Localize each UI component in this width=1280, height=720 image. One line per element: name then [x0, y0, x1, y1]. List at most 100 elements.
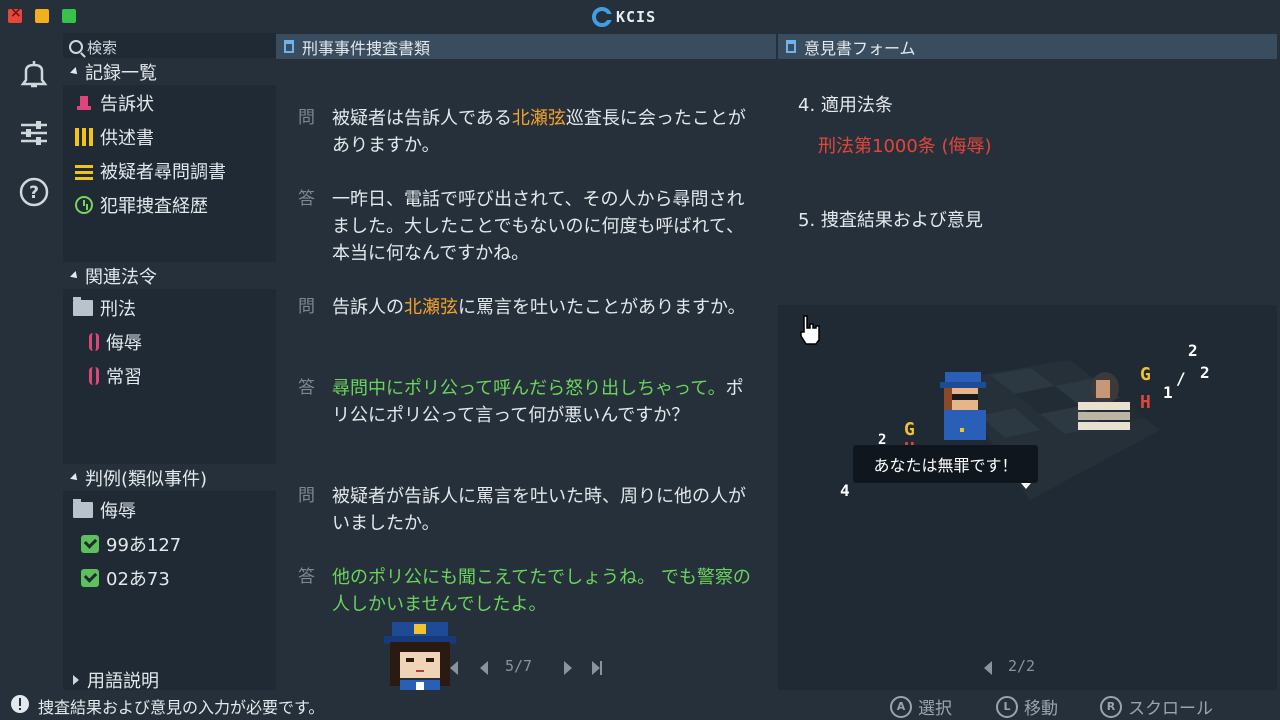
last-page-icon — [592, 661, 600, 675]
qa-entry: 問 被疑者が告訴人に罵言を吐いた時、周りに他の人がいましたか。 — [298, 483, 758, 537]
opinion-title: 意見書フォーム — [804, 38, 916, 58]
law-icon — [89, 333, 99, 351]
courtroom-scene: G H G H 2 1 / 2 2 4 — [840, 341, 1210, 500]
qa-mark: 問 — [298, 486, 315, 506]
collapse-triangle-icon — [70, 270, 80, 281]
qa-text: 告訴人の北瀬弦に罵言を吐いたことがありますか。 — [332, 297, 746, 318]
prev-page-icon — [480, 661, 488, 675]
h-marker: H — [1140, 392, 1151, 413]
app-title: KCIS — [616, 8, 657, 26]
qa-mark: 答 — [298, 189, 315, 209]
sidebar-item-label: 侮辱 — [100, 501, 136, 522]
qa-text-highlighted[interactable]: 他のポリ公にも聞こえてたでしょうね。 でも警察の人しかいませんでしたよ。 — [332, 564, 758, 618]
sidebar-item-interrogation[interactable]: 被疑者尋問調書 — [75, 157, 226, 185]
interrogation-icon — [75, 162, 93, 180]
help-icon[interactable]: ? — [18, 176, 50, 208]
damage-number: / — [1176, 369, 1186, 388]
check-icon — [81, 569, 99, 587]
opinion-item-4: 4. 適用法条 — [798, 95, 893, 116]
sidebar-item-case-2[interactable]: 02あ73 — [81, 564, 170, 592]
sidebar-item-label: 侮辱 — [106, 333, 142, 354]
sidebar-item-label: 刑法 — [100, 299, 136, 320]
sidebar: 検索 記録一覧 告訴状 供述書 被疑者尋問調書 犯罪捜査経歴 関連法令 刑法 侮… — [63, 33, 276, 693]
expand-triangle-icon — [73, 674, 79, 685]
document-icon — [284, 40, 294, 53]
l-button-icon: L — [996, 695, 1018, 718]
qa-text: 尋問中にポリ公って呼んだら怒り出しちゃって。ポリ公にポリ公って言って何が悪いんで… — [332, 378, 744, 426]
folder-icon — [73, 499, 93, 518]
sidebar-item-case-1[interactable]: 99あ127 — [81, 530, 181, 558]
sidebar-item-law-habitual[interactable]: 常習 — [89, 362, 142, 390]
sidebar-item-label: 供述書 — [100, 128, 154, 149]
sidebar-item-history[interactable]: 犯罪捜査経歴 — [75, 191, 208, 219]
next-page-icon — [564, 661, 572, 675]
qa-entry: 答 尋問中にポリ公って呼んだら怒り出しちゃって。ポリ公にポリ公って言って何が悪い… — [298, 375, 758, 429]
search-label: 検索 — [87, 38, 118, 57]
opinion-item-5[interactable]: 5. 捜査結果および意見 — [798, 206, 983, 232]
sidebar-folder-insult[interactable]: 侮辱 — [73, 496, 136, 524]
qa-mark: 問 — [298, 297, 315, 317]
a-button-icon: A — [890, 695, 912, 718]
opinion-page-indicator: 2/2 — [1008, 657, 1036, 675]
qa-entry: 問 被疑者は告訴人である北瀬弦巡査長に会ったことがありますか。 — [298, 105, 758, 159]
status-bar: 捜査結果および意見の入力が必要です。 A 選択 L 移動 R スクロール — [0, 690, 1280, 720]
glossary-section-header[interactable]: 用語説明 — [63, 666, 276, 693]
logo-ring-icon — [592, 7, 613, 27]
speech-text: あなたは無罪です！ — [873, 456, 1018, 475]
opinion-form[interactable]: 4. 適用法条 刑法第1000条 (侮辱) 5. 捜査結果および意見 — [778, 59, 1277, 305]
control-hint-select: A 選択 — [890, 694, 952, 719]
laws-section-header[interactable]: 関連法令 — [63, 262, 276, 289]
collapse-triangle-icon — [70, 472, 80, 483]
sidebar-item-label: 02あ73 — [106, 569, 170, 590]
document-title: 刑事事件捜査書類 — [302, 38, 431, 58]
sidebar-item-statement[interactable]: 供述書 — [75, 123, 154, 151]
sidebar-item-label: 告訴状 — [100, 94, 154, 115]
g-marker: G — [1140, 364, 1151, 385]
r-button-icon: R — [1100, 695, 1122, 718]
document-panel-header: 刑事事件捜査書類 — [276, 34, 776, 59]
settings-sliders-icon[interactable] — [18, 117, 50, 149]
damage-number: 2 — [1188, 341, 1198, 360]
document-icon — [786, 40, 796, 53]
maximize-window-button[interactable] — [62, 9, 76, 23]
records-title: 記録一覧 — [85, 62, 157, 84]
cases-title: 判例(類似事件) — [85, 468, 208, 490]
highlight-name[interactable]: 北瀬弦 — [512, 108, 566, 129]
law-icon — [89, 367, 99, 385]
g-marker: G — [904, 419, 915, 440]
highlight-name[interactable]: 北瀬弦 — [404, 297, 458, 318]
qa-entry: 答 他のポリ公にも聞こえてたでしょうね。 でも警察の人しかいませんでしたよ。 — [298, 564, 758, 618]
check-icon — [81, 535, 99, 553]
document-page-indicator: 5/7 — [505, 657, 533, 675]
close-window-button[interactable] — [8, 5, 22, 23]
status-message: 捜査結果および意見の入力が必要です。 — [38, 698, 325, 717]
sidebar-item-label: 99あ127 — [106, 535, 182, 556]
sidebar-folder-criminal-law[interactable]: 刑法 — [73, 294, 136, 322]
qa-entry: 問 告訴人の北瀬弦に罵言を吐いたことがありますか。 — [298, 294, 758, 321]
opinion-item-4-value[interactable]: 刑法第1000条 (侮辱) — [818, 132, 992, 158]
sidebar-item-label: 犯罪捜査経歴 — [100, 196, 208, 217]
highlight-evidence[interactable]: 尋問中にポリ公って呼んだら怒り出しちゃって。 — [332, 378, 726, 399]
control-label: スクロール — [1128, 699, 1213, 719]
damage-number: 4 — [840, 481, 850, 500]
records-section-header[interactable]: 記録一覧 — [63, 58, 276, 85]
bell-icon[interactable] — [18, 58, 50, 90]
prev-page-icon[interactable] — [978, 658, 998, 678]
sidebar-item-complaint[interactable]: 告訴状 — [75, 89, 154, 117]
speech-bubble[interactable]: あなたは無罪です！ — [853, 445, 1038, 483]
qa-mark: 答 — [298, 378, 315, 398]
title-bar: KCIS — [0, 0, 1280, 33]
document-panel[interactable]: 問 被疑者は告訴人である北瀬弦巡査長に会ったことがありますか。 答 一昨日、電話… — [276, 59, 776, 690]
sidebar-item-law-insult[interactable]: 侮辱 — [89, 328, 142, 356]
statement-icon — [75, 128, 93, 146]
minimize-window-button[interactable] — [35, 9, 49, 23]
qa-entry: 答 一昨日、電話で呼び出されて、その人から尋問されました。大したことでもないのに… — [298, 186, 758, 267]
control-hint-move: L 移動 — [996, 694, 1058, 719]
qa-text: 一昨日、電話で呼び出されて、その人から尋問されました。大したことでもないのに何度… — [332, 189, 745, 264]
collapse-triangle-icon — [70, 66, 80, 77]
control-label: 選択 — [918, 699, 952, 719]
qa-text: 被疑者が告訴人に罵言を吐いた時、周りに他の人がいましたか。 — [332, 486, 746, 534]
search-field[interactable]: 検索 — [69, 36, 117, 58]
opinion-panel-header: 意見書フォーム — [778, 34, 1277, 59]
cases-section-header[interactable]: 判例(類似事件) — [63, 464, 276, 491]
